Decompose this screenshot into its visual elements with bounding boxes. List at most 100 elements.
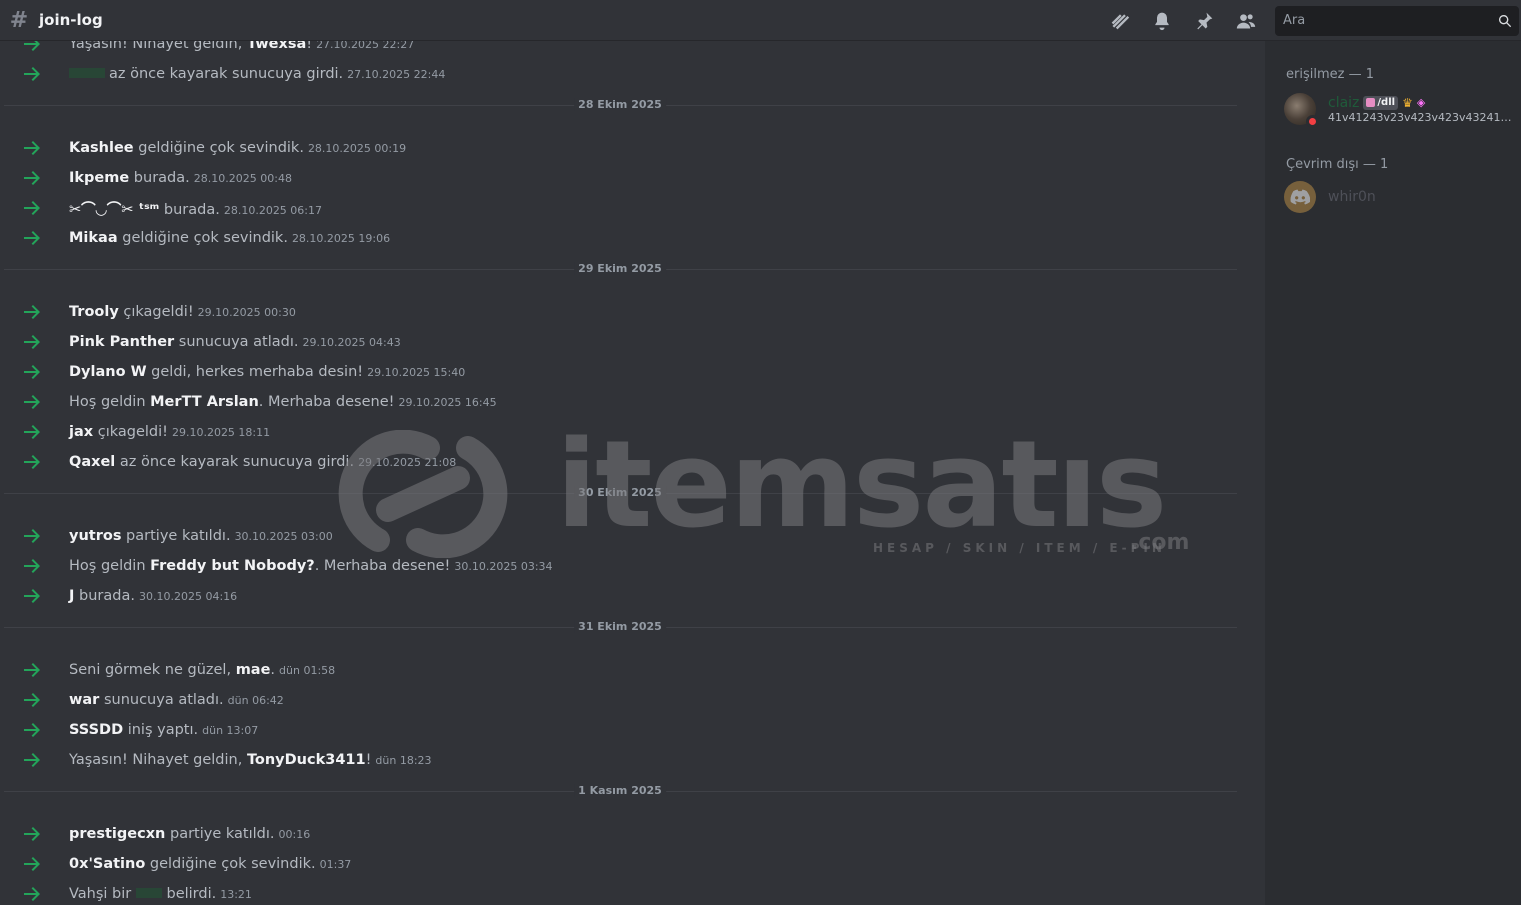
date-divider: 1 Kasım 2025: [0, 783, 1265, 799]
avatar: [1284, 181, 1316, 213]
message-suffix: iniş yaptı.: [123, 722, 199, 738]
message-prefix: Yaşasın! Nihayet geldin,: [69, 752, 247, 768]
search-box[interactable]: [1275, 5, 1519, 36]
username[interactable]: ✂⌒◡⌒✂ ᵗˢᵐ: [69, 202, 159, 218]
discord-icon: [1290, 189, 1310, 205]
message-suffix: . Merhaba desene!: [314, 558, 451, 574]
system-join-message[interactable]: Ikpeme burada. 28.10.2025 00:48: [0, 163, 1265, 193]
username[interactable]: mae: [236, 662, 271, 678]
join-arrow-icon: [23, 662, 41, 678]
message-suffix: sunucuya atladı.: [99, 692, 224, 708]
username[interactable]: Twexsa: [247, 41, 306, 52]
system-join-message[interactable]: ✂⌒◡⌒✂ ᵗˢᵐ burada. 28.10.2025 06:17: [0, 193, 1265, 223]
system-join-message[interactable]: Pink Panther sunucuya atladı. 29.10.2025 …: [0, 327, 1265, 357]
system-join-message[interactable]: yutros partiye katıldı. 30.10.2025 03:00: [0, 521, 1265, 551]
join-arrow-icon: [23, 66, 41, 82]
username[interactable]: jax: [69, 424, 93, 440]
message-list[interactable]: Yaşasın! Nihayet geldin, Twexsa! 27.10.20…: [0, 41, 1265, 905]
date-divider-label: 1 Kasım 2025: [574, 784, 666, 797]
timestamp: 28.10.2025 00:19: [307, 142, 407, 155]
system-join-message[interactable]: Dylano W geldi, herkes merhaba desin! 29.…: [0, 357, 1265, 387]
join-arrow-icon: [23, 334, 41, 350]
system-join-message[interactable]: prestigecxn partiye katıldı. 00:16: [0, 819, 1265, 849]
message-text: Kashlee geldiğine çok sevindik. 28.10.202…: [69, 140, 406, 156]
username[interactable]: MerTT Arslan: [150, 394, 259, 410]
system-join-message[interactable]: Kashlee geldiğine çok sevindik. 28.10.202…: [0, 133, 1265, 163]
search-input[interactable]: [1283, 13, 1497, 28]
username[interactable]: [135, 888, 162, 898]
message-suffix: !: [306, 41, 313, 52]
message-text: Ikpeme burada. 28.10.2025 00:48: [69, 170, 292, 186]
pin-icon[interactable]: [1183, 5, 1225, 37]
username[interactable]: Ikpeme: [69, 170, 129, 186]
search-icon[interactable]: [1497, 13, 1513, 29]
system-join-message[interactable]: Mikaa geldiğine çok sevindik. 28.10.2025 …: [0, 223, 1265, 253]
message-text: Qaxel az önce kayarak sunucuya girdi. 29.…: [69, 454, 456, 470]
system-join-message[interactable]: az önce kayarak sunucuya girdi. 27.10.202…: [0, 59, 1265, 89]
username[interactable]: 0x'Satino: [69, 856, 145, 872]
bell-icon[interactable]: [1141, 5, 1183, 37]
username[interactable]: yutros: [69, 528, 121, 544]
system-join-message[interactable]: Trooly çıkageldi! 29.10.2025 00:30: [0, 297, 1265, 327]
timestamp: 00:16: [278, 828, 311, 841]
username[interactable]: TonyDuck3411: [247, 752, 366, 768]
system-join-message[interactable]: Vahşi bir belirdi. 13:21: [0, 879, 1265, 905]
system-join-message[interactable]: Hoş geldin Freddy but Nobody?. Merhaba d…: [0, 551, 1265, 581]
username[interactable]: Freddy but Nobody?: [150, 558, 315, 574]
member-name: whir0n: [1328, 189, 1376, 205]
section-offline: Çevrim dışı — 1: [1286, 157, 1389, 172]
system-join-message[interactable]: Yaşasın! Nihayet geldin, Twexsa! 27.10.20…: [0, 41, 1265, 59]
message-suffix: az önce kayarak sunucuya girdi.: [115, 454, 355, 470]
system-join-message[interactable]: J burada. 30.10.2025 04:16: [0, 581, 1265, 611]
message-text: Yaşasın! Nihayet geldin, TonyDuck3411! dü…: [69, 752, 432, 768]
system-join-message[interactable]: war sunucuya atladı. dün 06:42: [0, 685, 1265, 715]
message-prefix: Vahşi bir: [69, 886, 136, 902]
members-icon[interactable]: [1225, 5, 1267, 37]
date-divider-label: 31 Ekim 2025: [574, 620, 666, 633]
username[interactable]: Pink Panther: [69, 334, 174, 350]
message-prefix: Yaşasın! Nihayet geldin,: [69, 41, 247, 52]
join-arrow-icon: [23, 752, 41, 768]
system-join-message[interactable]: SSSDD iniş yaptı. dün 13:07: [0, 715, 1265, 745]
username[interactable]: Mikaa: [69, 230, 118, 246]
system-join-message[interactable]: Qaxel az önce kayarak sunucuya girdi. 29.…: [0, 447, 1265, 477]
timestamp: 30.10.2025 03:34: [454, 560, 553, 573]
username[interactable]: Trooly: [69, 304, 119, 320]
username[interactable]: war: [69, 692, 99, 708]
message-text: Trooly çıkageldi! 29.10.2025 00:30: [69, 304, 296, 320]
member-claiz[interactable]: claiz /dll ♛ ◈ 41v41243v23v423v423v43241…: [1284, 89, 1520, 129]
system-join-message[interactable]: Hoş geldin MerTT Arslan. Merhaba desene!…: [0, 387, 1265, 417]
system-join-message[interactable]: Yaşasın! Nihayet geldin, TonyDuck3411! dü…: [0, 745, 1265, 775]
username[interactable]: Qaxel: [69, 454, 115, 470]
username[interactable]: Kashlee: [69, 140, 134, 156]
join-arrow-icon: [23, 364, 41, 380]
hashtag-icon: #: [9, 7, 29, 33]
member-whir0n[interactable]: whir0n: [1284, 177, 1520, 217]
message-suffix: geldiğine çok sevindik.: [133, 140, 304, 156]
message-suffix: geldi, herkes merhaba desin!: [146, 364, 364, 380]
threads-icon[interactable]: [1099, 5, 1141, 37]
timestamp: 29.10.2025 16:45: [398, 396, 497, 409]
username[interactable]: SSSDD: [69, 722, 123, 738]
timestamp: dün 13:07: [202, 724, 259, 737]
username[interactable]: Dylano W: [69, 364, 147, 380]
message-suffix: burada.: [129, 170, 190, 186]
username[interactable]: [69, 68, 105, 78]
date-divider-label: 29 Ekim 2025: [574, 262, 666, 275]
message-text: Pink Panther sunucuya atladı. 29.10.2025 …: [69, 334, 401, 350]
date-divider-label: 30 Ekim 2025: [574, 486, 666, 499]
system-join-message[interactable]: Seni görmek ne güzel, mae. dün 01:58: [0, 655, 1265, 685]
join-arrow-icon: [23, 200, 41, 216]
date-divider-label: 28 Ekim 2025: [574, 98, 666, 111]
join-arrow-icon: [23, 140, 41, 156]
join-arrow-icon: [23, 856, 41, 872]
system-join-message[interactable]: 0x'Satino geldiğine çok sevindik. 01:37: [0, 849, 1265, 879]
message-text: Hoş geldin Freddy but Nobody?. Merhaba d…: [69, 558, 553, 574]
timestamp: 13:21: [220, 888, 252, 901]
message-prefix: Hoş geldin: [69, 558, 151, 574]
system-join-message[interactable]: jax çıkageldi! 29.10.2025 18:11: [0, 417, 1265, 447]
message-suffix: partiye katıldı.: [121, 528, 231, 544]
join-arrow-icon: [23, 424, 41, 440]
username[interactable]: prestigecxn: [69, 826, 165, 842]
tag-icon: [1366, 98, 1376, 107]
